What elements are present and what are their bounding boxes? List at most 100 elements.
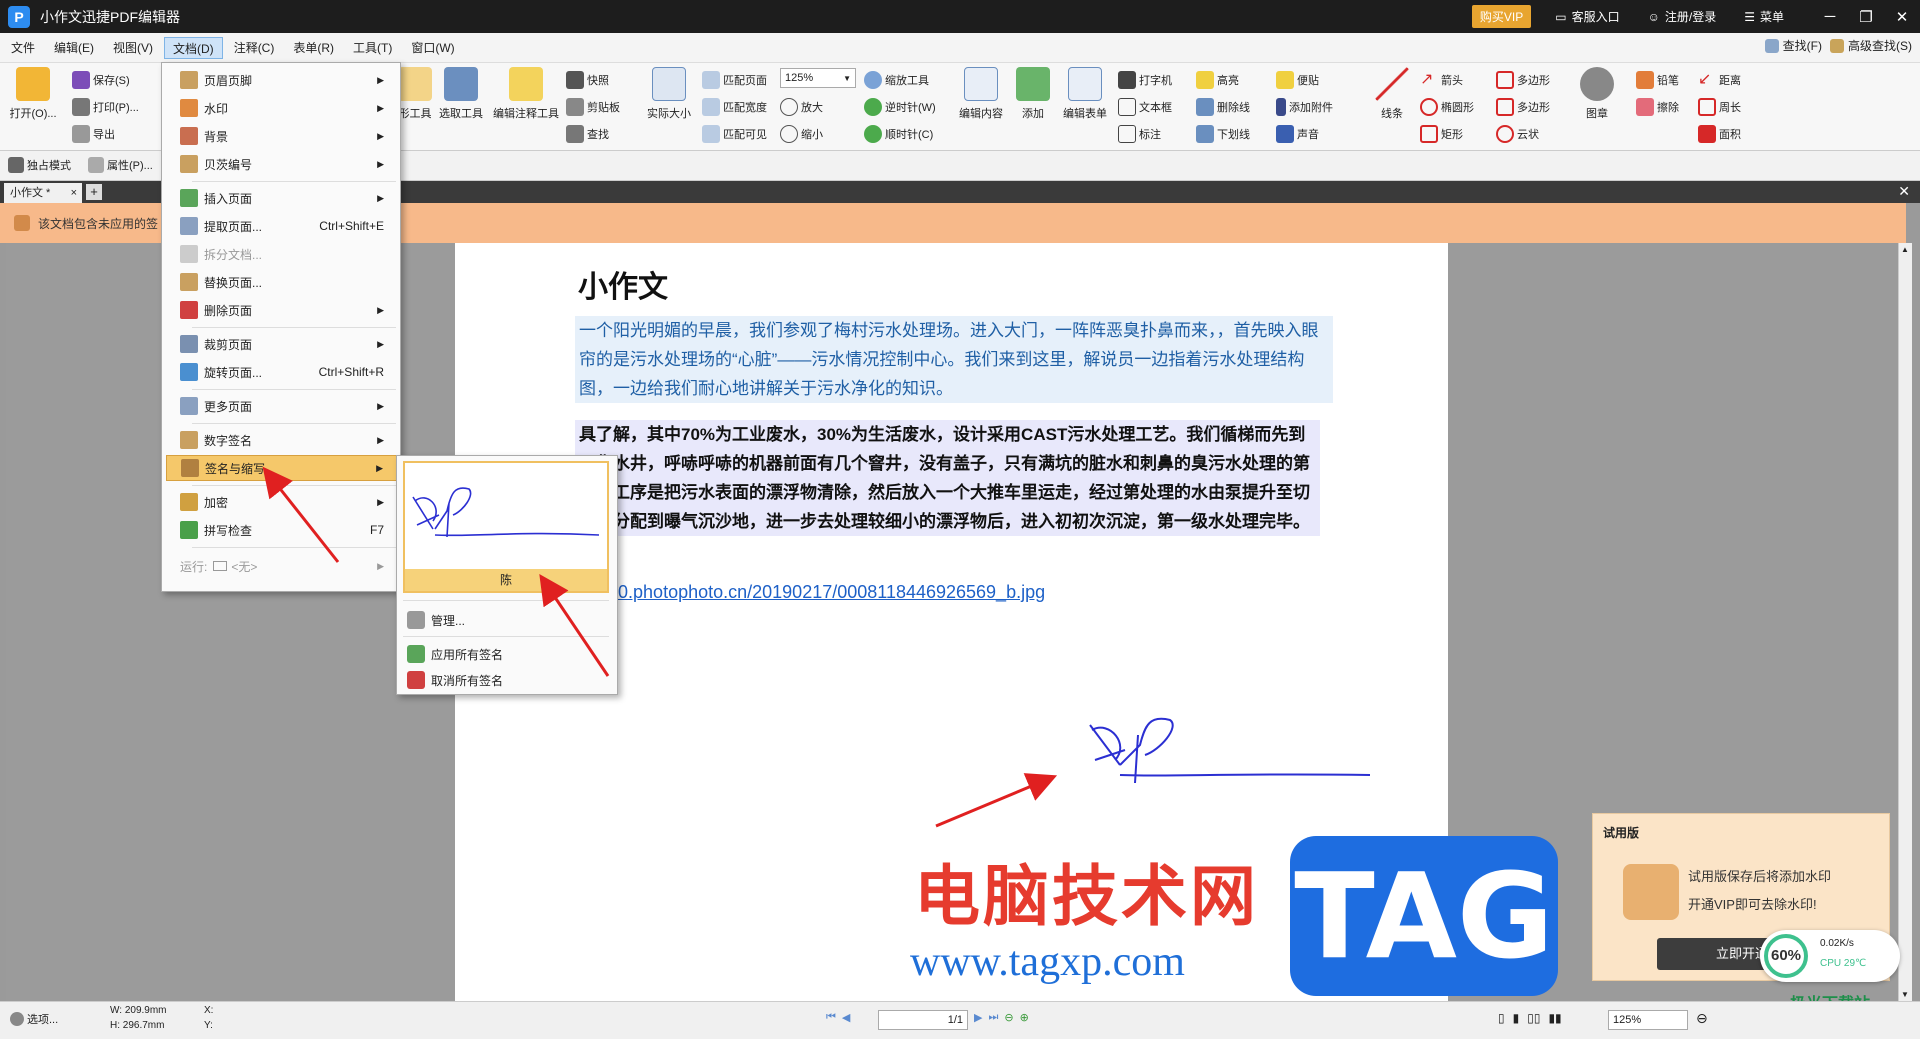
next-page-icon[interactable]: ▶ bbox=[974, 1011, 982, 1024]
highlight-button[interactable]: 高亮 bbox=[1196, 71, 1239, 89]
menu-item-background[interactable]: 背景 ▶ bbox=[166, 123, 398, 149]
menu-tools[interactable]: 工具(T) bbox=[345, 37, 400, 59]
back-icon[interactable]: ⊖ bbox=[1004, 1011, 1013, 1024]
menu-item-bates[interactable]: 贝茨编号 ▶ bbox=[166, 151, 398, 177]
note-button[interactable]: 便贴 bbox=[1276, 71, 1319, 89]
callout-button[interactable]: 标注 bbox=[1118, 125, 1161, 143]
menu-edit[interactable]: 编辑(E) bbox=[46, 37, 102, 59]
placed-signature[interactable] bbox=[1080, 705, 1380, 800]
manage-signatures-item[interactable]: 管理... bbox=[407, 608, 465, 632]
last-page-icon[interactable]: ⏭ bbox=[988, 1011, 998, 1024]
maximize-button[interactable]: ❐ bbox=[1848, 8, 1884, 26]
open-button[interactable]: 打开(O)... bbox=[4, 67, 62, 121]
menu-item-insert-page[interactable]: 插入页面 ▶ bbox=[166, 185, 398, 211]
polyline-button[interactable]: 多边形 bbox=[1496, 98, 1550, 116]
add-button[interactable]: 添加 bbox=[1004, 67, 1062, 121]
stamp-button[interactable]: 图章 bbox=[1568, 67, 1626, 121]
find-tool-button[interactable]: 查找 bbox=[566, 125, 609, 143]
rect-button[interactable]: 矩形 bbox=[1420, 125, 1463, 143]
strikethrough-button[interactable]: 删除线 bbox=[1196, 98, 1250, 116]
menu-comment[interactable]: 注释(C) bbox=[226, 37, 283, 59]
area-button[interactable]: 面积 bbox=[1698, 125, 1741, 143]
menu-item-replace-page[interactable]: 替换页面... bbox=[166, 269, 398, 295]
buy-vip-button[interactable]: 购买VIP bbox=[1471, 5, 1532, 28]
fit-page-button[interactable]: 匹配页面 bbox=[702, 71, 767, 89]
pencil-button[interactable]: 铅笔 bbox=[1636, 71, 1679, 89]
document-paragraph-2[interactable]: 具了解，其中70%为工业废水，30%为生活废水，设计采用CAST污水处理工艺。我… bbox=[575, 420, 1320, 536]
zoom-in-button[interactable]: 放大 bbox=[780, 98, 823, 116]
tab-close-icon[interactable]: × bbox=[71, 183, 77, 203]
edit-form-button[interactable]: 编辑表单 bbox=[1056, 67, 1114, 121]
perimeter-button[interactable]: 周长 bbox=[1698, 98, 1741, 116]
signature-preview[interactable]: 陈 bbox=[403, 461, 609, 593]
menu-item-watermark[interactable]: 水印 ▶ bbox=[166, 95, 398, 121]
menu-item-more-pages[interactable]: 更多页面 ▶ bbox=[166, 393, 398, 419]
menu-item-spell-check[interactable]: 拼写检查 F7 bbox=[166, 517, 398, 543]
arrow-button[interactable]: ↗ 箭头 bbox=[1420, 71, 1463, 89]
continuous-page-icon[interactable]: ▮ bbox=[1513, 1011, 1520, 1025]
advanced-find-button[interactable]: 高级查找(S) bbox=[1830, 37, 1912, 54]
menu-item-rotate-page[interactable]: 旋转页面... Ctrl+Shift+R bbox=[166, 359, 398, 385]
menu-document[interactable]: 文档(D) bbox=[164, 36, 223, 59]
typewriter-button[interactable]: 打字机 bbox=[1118, 71, 1172, 89]
menu-item-encrypt[interactable]: 加密 ▶ bbox=[166, 489, 398, 515]
zoom-tool-button[interactable]: 缩放工具 bbox=[864, 71, 929, 89]
options-button[interactable]: 选项... bbox=[10, 1011, 58, 1027]
menu-window[interactable]: 窗口(W) bbox=[403, 37, 462, 59]
forward-icon[interactable]: ⊕ bbox=[1020, 1011, 1029, 1024]
status-zoom-select[interactable]: 125% bbox=[1608, 1010, 1688, 1030]
sound-button[interactable]: 声音 bbox=[1276, 125, 1319, 143]
textbox-button[interactable]: 文本框 bbox=[1118, 98, 1172, 116]
cancel-all-signatures-item[interactable]: 取消所有签名 bbox=[407, 668, 503, 692]
document-paragraph-1[interactable]: 一个阳光明媚的早晨，我们参观了梅村污水处理场。进入大门，一阵阵恶臭扑鼻而来，，首… bbox=[575, 316, 1333, 403]
print-button[interactable]: 打印(P)... bbox=[72, 98, 139, 116]
distance-button[interactable]: ↙ 距离 bbox=[1698, 71, 1741, 89]
login-button[interactable]: ☺ 注册/登录 bbox=[1648, 8, 1717, 25]
line-button[interactable]: 线条 bbox=[1364, 67, 1420, 121]
save-button[interactable]: 保存(S) bbox=[72, 71, 130, 89]
two-page-continuous-icon[interactable]: ▮▮ bbox=[1548, 1011, 1561, 1025]
snapshot-button[interactable]: 快照 bbox=[566, 71, 609, 89]
zoom-select[interactable]: 125% ▼ bbox=[780, 68, 856, 88]
scroll-up-icon[interactable]: ▲ bbox=[1901, 245, 1909, 254]
close-button[interactable]: ✕ bbox=[1884, 8, 1920, 26]
document-link[interactable]: //pic50.photophoto.cn/20190217/000811844… bbox=[575, 582, 1045, 603]
new-tab-button[interactable]: + bbox=[86, 184, 102, 200]
service-button[interactable]: ▭ 客服入口 bbox=[1555, 8, 1619, 25]
main-menu-button[interactable]: ☰ 菜单 bbox=[1744, 8, 1784, 25]
edit-content-button[interactable]: 编辑内容 bbox=[952, 67, 1010, 121]
menu-item-signature-initials[interactable]: 签名与缩写 ▶ bbox=[166, 455, 398, 481]
export-button[interactable]: 导出 bbox=[72, 125, 115, 143]
attach-button[interactable]: 添加附件 bbox=[1276, 98, 1333, 116]
status-zoom-out-icon[interactable]: ⊖ bbox=[1696, 1010, 1708, 1027]
menu-item-crop-page[interactable]: 裁剪页面 ▶ bbox=[166, 331, 398, 357]
tab-document[interactable]: 小作文 * × bbox=[4, 183, 82, 203]
menu-item-extract-page[interactable]: 提取页面... Ctrl+Shift+E bbox=[166, 213, 398, 239]
menu-item-digital-signature[interactable]: 数字签名 ▶ bbox=[166, 427, 398, 453]
vertical-scrollbar[interactable]: ▲ ▼ bbox=[1898, 243, 1912, 1001]
menu-form[interactable]: 表单(R) bbox=[285, 37, 342, 59]
clipboard-button[interactable]: 剪贴板 bbox=[566, 98, 620, 116]
select-tool-button[interactable]: 选取工具 bbox=[432, 67, 490, 121]
cloud-button[interactable]: 云状 bbox=[1496, 125, 1539, 143]
prev-page-icon[interactable]: ◀ bbox=[842, 1011, 850, 1024]
find-button[interactable]: 查找(F) bbox=[1764, 37, 1822, 54]
menu-view[interactable]: 视图(V) bbox=[105, 37, 161, 59]
zoom-out-button[interactable]: 缩小 bbox=[780, 125, 823, 143]
single-page-icon[interactable]: ▯ bbox=[1498, 1011, 1505, 1025]
eraser-button[interactable]: 擦除 bbox=[1636, 98, 1679, 116]
edit-annotation-button[interactable]: 编辑注释工具 bbox=[490, 67, 562, 121]
minimize-button[interactable]: ─ bbox=[1812, 8, 1848, 25]
page-number-input[interactable]: 1/1 bbox=[878, 1010, 968, 1030]
first-page-icon[interactable]: ⏮ bbox=[826, 1011, 836, 1024]
rotate-cw-button[interactable]: 顺时针(C) bbox=[864, 125, 933, 143]
menu-item-header-footer[interactable]: 页眉页脚 ▶ bbox=[166, 67, 398, 93]
close-all-tabs-button[interactable]: ✕ bbox=[1898, 183, 1910, 200]
actual-size-button[interactable]: 实际大小 bbox=[640, 67, 698, 121]
menu-file[interactable]: 文件 bbox=[3, 37, 43, 59]
fit-width-button[interactable]: 匹配宽度 bbox=[702, 98, 767, 116]
rotate-ccw-button[interactable]: 逆时针(W) bbox=[864, 98, 936, 116]
scroll-down-icon[interactable]: ▼ bbox=[1901, 990, 1909, 999]
ellipse-button[interactable]: 椭圆形 bbox=[1420, 98, 1474, 116]
performance-widget[interactable]: 60% 0.02K/s CPU 29℃ bbox=[1760, 930, 1900, 982]
